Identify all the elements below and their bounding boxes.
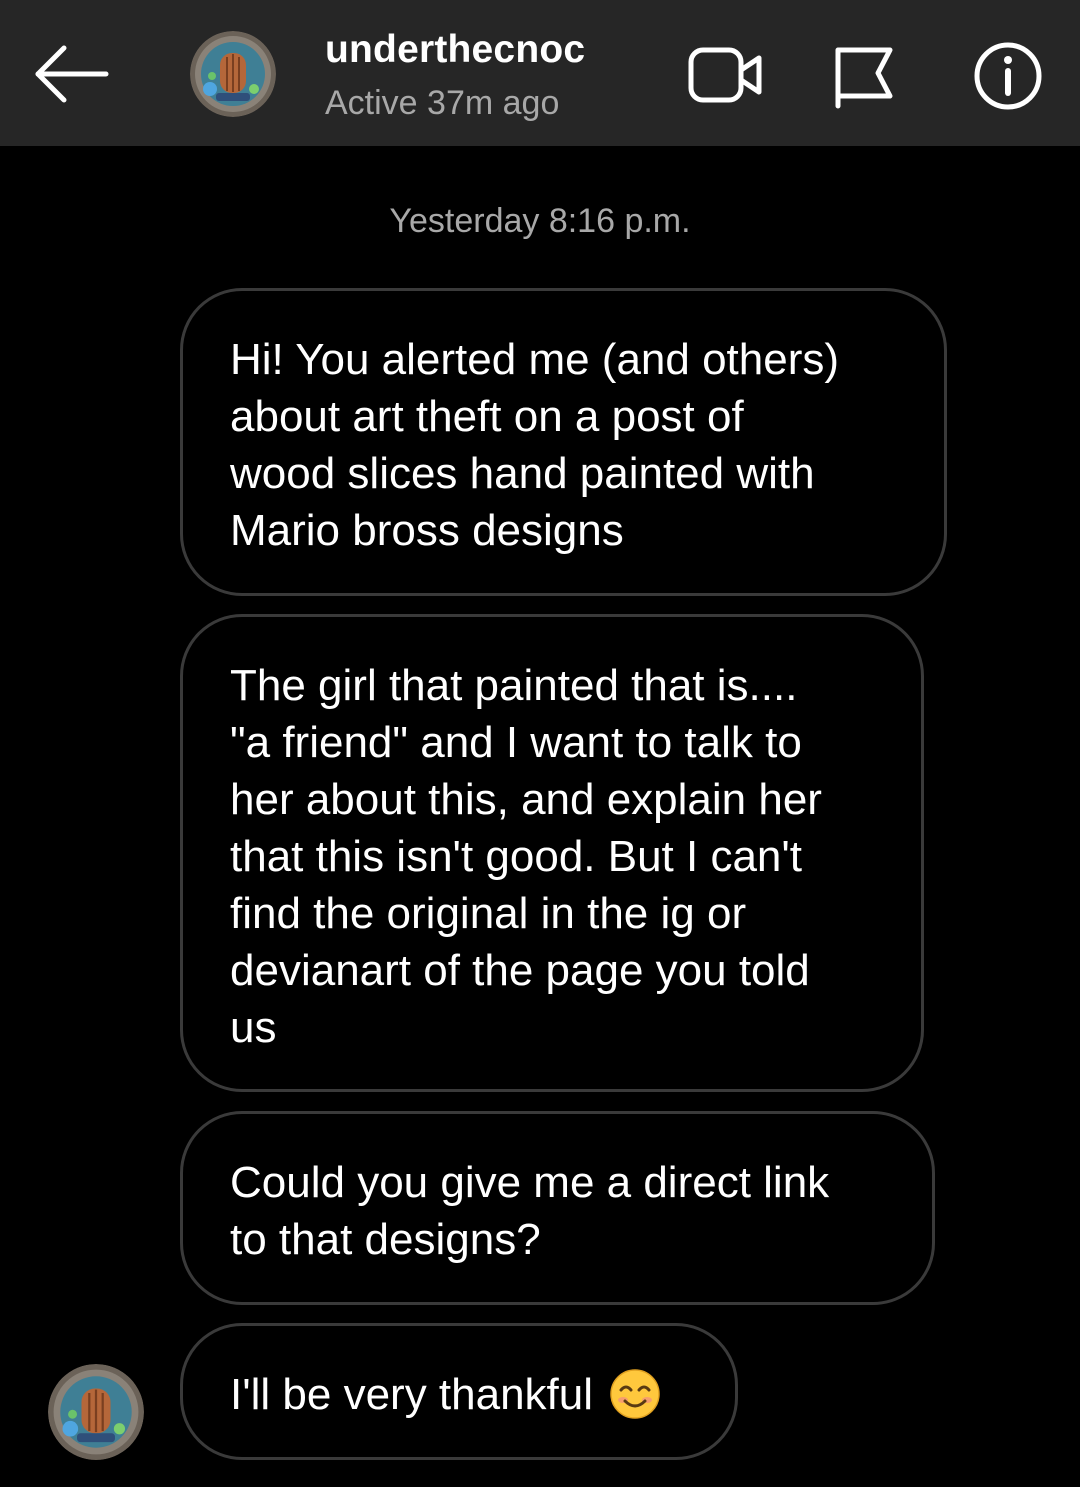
active-status: Active 37m ago (325, 84, 560, 122)
chat-header: underthecnoc Active 37m ago (0, 0, 1080, 146)
message-bubble[interactable]: The girl that painted that is.... "a fri… (180, 614, 924, 1092)
header-avatar[interactable] (190, 31, 276, 117)
avatar-image (190, 31, 276, 117)
info-icon (974, 42, 1042, 110)
message-timestamp: Yesterday 8:16 p.m. (389, 202, 691, 240)
video-call-button[interactable] (686, 40, 766, 110)
avatar-image (48, 1364, 144, 1460)
smiling-face-emoji-icon (610, 1369, 660, 1419)
message-bubble[interactable]: I'll be very thankful (180, 1323, 738, 1460)
back-button[interactable] (30, 40, 114, 106)
report-flag-button[interactable] (828, 40, 900, 110)
message-bubble[interactable]: Could you give me a direct link to that … (180, 1111, 935, 1305)
chat-username[interactable]: underthecnoc (325, 28, 585, 72)
flag-icon (835, 47, 893, 109)
message-bubble[interactable]: Hi! You alerted me (and others) about ar… (180, 288, 947, 596)
video-call-icon (688, 47, 762, 103)
message-text: I'll be very thankful (230, 1370, 594, 1419)
arrow-left-icon (35, 45, 109, 103)
sender-avatar[interactable] (48, 1364, 144, 1460)
info-button[interactable] (970, 38, 1046, 114)
